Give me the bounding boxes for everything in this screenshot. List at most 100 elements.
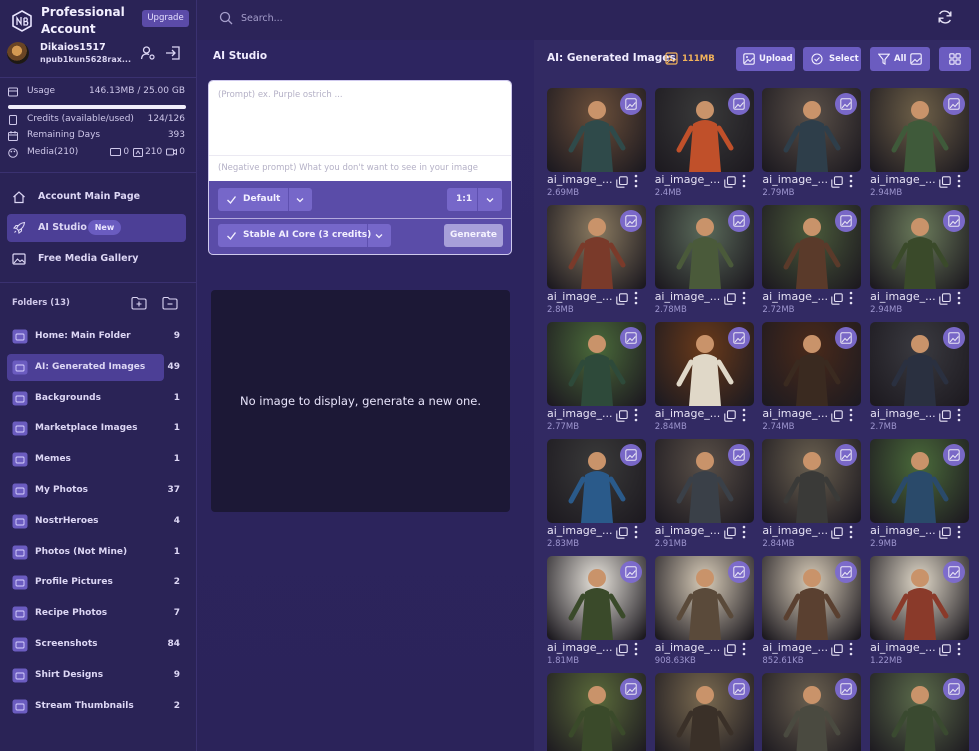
- image-card[interactable]: ai_image_... 852.61KB: [762, 556, 862, 666]
- image-thumbnail[interactable]: [870, 88, 970, 172]
- folder-item[interactable]: Shirt Designs 9: [7, 662, 186, 689]
- remove-folder-icon[interactable]: [162, 296, 178, 310]
- copy-icon[interactable]: [616, 527, 628, 539]
- image-thumbnail[interactable]: [547, 673, 646, 751]
- image-thumbnail[interactable]: [654, 673, 754, 751]
- image-card[interactable]: ai_image_... 2.94MB: [870, 88, 970, 198]
- folder-item[interactable]: Photos (Not Mine) 1: [7, 539, 186, 566]
- logout-icon[interactable]: [165, 45, 181, 61]
- nav-account-main-page[interactable]: Account Main Page: [7, 183, 186, 211]
- image-card[interactable]: ai_image_... 2.79MB: [762, 88, 862, 198]
- negative-prompt-input[interactable]: [209, 155, 511, 181]
- copy-icon[interactable]: [939, 410, 951, 422]
- copy-icon[interactable]: [723, 293, 736, 305]
- nav-ai-studio[interactable]: AI Studio New: [7, 214, 186, 242]
- image-card[interactable]: ai_image_... 2.72MB: [762, 205, 862, 315]
- copy-icon[interactable]: [616, 293, 628, 305]
- folder-item[interactable]: Screenshots 84: [7, 631, 186, 658]
- image-thumbnail[interactable]: [654, 205, 754, 289]
- more-options-icon[interactable]: [956, 642, 962, 656]
- upgrade-button[interactable]: Upgrade: [142, 10, 189, 27]
- image-thumbnail[interactable]: [762, 556, 862, 640]
- image-card[interactable]: ai_image_... 908.63KB: [654, 556, 755, 666]
- more-options-icon[interactable]: [633, 642, 639, 656]
- image-thumbnail[interactable]: [547, 205, 646, 289]
- image-thumbnail[interactable]: [654, 556, 754, 640]
- folder-item[interactable]: Backgrounds 1: [7, 385, 186, 412]
- more-options-icon[interactable]: [633, 291, 639, 305]
- image-card[interactable]: ai_image_... 2.74MB: [762, 322, 862, 432]
- more-options-icon[interactable]: [956, 408, 962, 422]
- copy-icon[interactable]: [831, 644, 844, 656]
- folder-item[interactable]: NostrHeroes 4: [7, 508, 186, 535]
- image-card[interactable]: ai_image_... 2.84MB: [762, 439, 862, 549]
- folder-item[interactable]: Profile Pictures 2: [7, 569, 186, 596]
- image-thumbnail[interactable]: [547, 439, 646, 523]
- image-thumbnail[interactable]: [762, 673, 862, 751]
- copy-icon[interactable]: [831, 410, 844, 422]
- image-thumbnail[interactable]: [870, 439, 970, 523]
- copy-icon[interactable]: [831, 527, 844, 539]
- copy-icon[interactable]: [723, 644, 736, 656]
- more-options-icon[interactable]: [741, 291, 747, 305]
- image-card[interactable]: [762, 673, 862, 751]
- image-card[interactable]: [870, 673, 970, 751]
- more-options-icon[interactable]: [848, 525, 854, 539]
- image-thumbnail[interactable]: [870, 673, 970, 751]
- image-card[interactable]: ai_image_... 2.94MB: [870, 205, 970, 315]
- nav-free-media-gallery[interactable]: Free Media Gallery: [7, 245, 186, 273]
- folder-item[interactable]: Memes 1: [7, 446, 186, 473]
- image-thumbnail[interactable]: [654, 322, 754, 406]
- grid-view-button[interactable]: [939, 47, 971, 71]
- image-thumbnail[interactable]: [762, 205, 862, 289]
- image-thumbnail[interactable]: [654, 88, 754, 172]
- filter-button[interactable]: All: [870, 47, 930, 71]
- more-options-icon[interactable]: [956, 291, 962, 305]
- folder-item[interactable]: Marketplace Images 1: [7, 415, 186, 442]
- image-card[interactable]: ai_image_... 2.8MB: [547, 205, 647, 315]
- folder-item[interactable]: Recipe Photos 7: [7, 600, 186, 627]
- image-card[interactable]: ai_image_... 2.91MB: [654, 439, 755, 549]
- image-card[interactable]: ai_image_... 2.7MB: [870, 322, 970, 432]
- copy-icon[interactable]: [723, 527, 736, 539]
- profile-settings-icon[interactable]: [140, 45, 156, 61]
- model-select[interactable]: Stable AI Core (3 credits): [218, 224, 391, 247]
- image-card[interactable]: ai_image_... 1.22MB: [870, 556, 970, 666]
- copy-icon[interactable]: [616, 410, 628, 422]
- image-thumbnail[interactable]: [547, 88, 646, 172]
- folder-item[interactable]: AI: Generated Images 49: [7, 353, 180, 381]
- folder-item[interactable]: Home: Main Folder 9: [7, 323, 186, 350]
- image-thumbnail[interactable]: [762, 88, 862, 172]
- more-options-icon[interactable]: [956, 174, 962, 188]
- image-card[interactable]: ai_image_... 2.83MB: [547, 439, 647, 549]
- select-button[interactable]: Select: [803, 47, 861, 71]
- folder-item[interactable]: Stream Thumbnails 2: [7, 693, 186, 720]
- image-card[interactable]: [547, 673, 647, 751]
- copy-icon[interactable]: [723, 410, 736, 422]
- copy-icon[interactable]: [831, 293, 844, 305]
- copy-icon[interactable]: [723, 176, 736, 188]
- copy-icon[interactable]: [616, 644, 628, 656]
- more-options-icon[interactable]: [633, 525, 639, 539]
- image-card[interactable]: ai_image_... 2.84MB: [654, 322, 755, 432]
- more-options-icon[interactable]: [741, 408, 747, 422]
- copy-icon[interactable]: [939, 176, 951, 188]
- more-options-icon[interactable]: [848, 291, 854, 305]
- image-thumbnail[interactable]: [870, 322, 970, 406]
- image-card[interactable]: ai_image_... 2.77MB: [547, 322, 647, 432]
- search-input[interactable]: [241, 9, 541, 27]
- prompt-input[interactable]: [209, 81, 511, 155]
- copy-icon[interactable]: [939, 527, 951, 539]
- more-options-icon[interactable]: [741, 525, 747, 539]
- image-thumbnail[interactable]: [654, 439, 754, 523]
- refresh-icon[interactable]: [937, 9, 953, 25]
- image-card[interactable]: ai_image_... 2.9MB: [870, 439, 970, 549]
- image-thumbnail[interactable]: [762, 322, 862, 406]
- more-options-icon[interactable]: [848, 408, 854, 422]
- more-options-icon[interactable]: [741, 642, 747, 656]
- more-options-icon[interactable]: [741, 174, 747, 188]
- image-thumbnail[interactable]: [870, 205, 970, 289]
- image-thumbnail[interactable]: [870, 556, 970, 640]
- style-select[interactable]: Default: [218, 188, 312, 211]
- folder-item[interactable]: My Photos 37: [7, 477, 186, 504]
